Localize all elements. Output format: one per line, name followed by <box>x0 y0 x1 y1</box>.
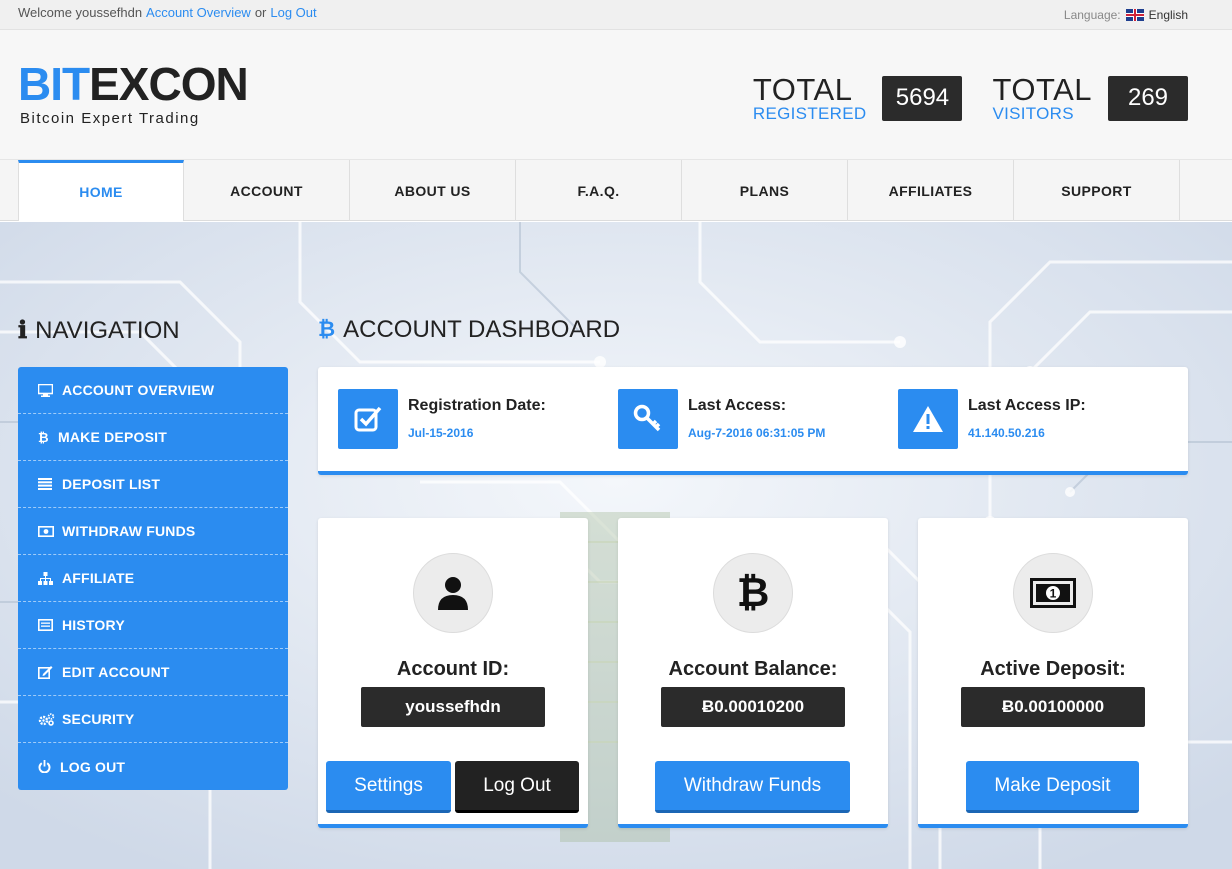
list-icon <box>38 478 62 490</box>
stat-registered-value: 5694 <box>882 75 963 121</box>
stat-registered: TOTAL REGISTERED 5694 <box>753 74 963 122</box>
card-account-id: Account ID: youssefhdn Settings Log Out <box>318 518 588 828</box>
bitcoin-icon: ₿ <box>38 429 49 445</box>
warning-icon <box>898 389 958 449</box>
language-selector[interactable]: Language: English <box>1064 8 1188 22</box>
last-ip-value: 41.140.50.216 <box>968 426 1045 440</box>
sidebar-menu: ACCOUNT OVERVIEW ₿ MAKE DEPOSIT DEPOSIT … <box>18 367 288 790</box>
nav-about-us[interactable]: ABOUT US <box>350 160 516 221</box>
stat-visitors: TOTAL VISITORS 269 <box>992 74 1188 122</box>
site-stats: TOTAL REGISTERED 5694 TOTAL VISITORS 269 <box>723 74 1188 122</box>
svg-text:1: 1 <box>1050 587 1057 601</box>
make-deposit-button[interactable]: Make Deposit <box>966 761 1139 813</box>
dashboard-heading: ₿ ACCOUNT DASHBOARD <box>318 316 620 344</box>
sidebar-item-label: EDIT ACCOUNT <box>62 664 170 680</box>
sidebar-item-label: ACCOUNT OVERVIEW <box>62 382 215 398</box>
withdraw-funds-button[interactable]: Withdraw Funds <box>655 761 850 813</box>
key-icon <box>618 389 678 449</box>
logout-link[interactable]: Log Out <box>270 5 316 20</box>
card-account-balance: ₿ Account Balance: Ƀ0.00010200 Withdraw … <box>618 518 888 828</box>
welcome-text: Welcome youssefhdn <box>18 5 143 20</box>
last-access-value: Aug-7-2016 06:31:05 PM <box>688 426 826 440</box>
monitor-icon <box>38 383 62 397</box>
info-registration: Registration Date: Jul-15-2016 <box>338 389 546 449</box>
or-text: or <box>254 5 267 20</box>
sidebar-item-deposit-list[interactable]: DEPOSIT LIST <box>18 461 288 508</box>
power-icon <box>38 760 60 773</box>
uk-flag-icon <box>1125 8 1144 21</box>
sidebar-item-edit-account[interactable]: EDIT ACCOUNT <box>18 649 288 696</box>
card-active-deposit: 1 Active Deposit: Ƀ0.00100000 Make Depos… <box>918 518 1188 828</box>
money-bill-icon: 1 <box>1013 553 1093 633</box>
user-icon <box>413 553 493 633</box>
sidebar-item-label: HISTORY <box>62 617 125 633</box>
money-icon <box>38 525 62 537</box>
nav-support[interactable]: SUPPORT <box>1014 160 1180 221</box>
sitemap-icon <box>38 571 62 585</box>
nav-plans[interactable]: PLANS <box>682 160 848 221</box>
logo-excon: EXCON <box>89 58 249 110</box>
navigation-title: NAVIGATION <box>35 316 180 344</box>
nav-faq[interactable]: F.A.Q. <box>516 160 682 221</box>
top-bar: Welcome youssefhdn Account Overview or L… <box>0 0 1232 30</box>
account-id-label: Account ID: <box>396 658 510 680</box>
nav-home[interactable]: HOME <box>18 160 184 221</box>
logo-tagline: Bitcoin Expert Trading <box>20 110 200 127</box>
settings-button[interactable]: Settings <box>326 761 451 813</box>
edit-icon <box>38 665 62 679</box>
sidebar-item-make-deposit[interactable]: ₿ MAKE DEPOSIT <box>18 414 288 461</box>
stat-visitors-value: 269 <box>1108 75 1188 121</box>
logout-button[interactable]: Log Out <box>455 761 579 813</box>
last-ip-label: Last Access IP: <box>968 397 1086 414</box>
language-label: Language: <box>1063 7 1121 22</box>
nav-account[interactable]: ACCOUNT <box>184 160 350 221</box>
info-last-ip: Last Access IP: 41.140.50.216 <box>898 389 1086 449</box>
nav-affiliates[interactable]: AFFILIATES <box>848 160 1014 221</box>
gears-icon <box>38 712 62 726</box>
sidebar-item-affiliate[interactable]: AFFILIATE <box>18 555 288 602</box>
bitcoin-icon: ₿ <box>318 318 336 341</box>
history-list-icon <box>38 619 62 631</box>
main-nav: HOME ACCOUNT ABOUT US F.A.Q. PLANS AFFIL… <box>0 160 1232 221</box>
registration-date-value: Jul-15-2016 <box>408 426 474 440</box>
sidebar-item-log-out[interactable]: LOG OUT <box>18 743 288 790</box>
sidebar-item-label: MAKE DEPOSIT <box>58 429 167 445</box>
sidebar-item-label: WITHDRAW FUNDS <box>62 523 196 539</box>
sidebar-item-account-overview[interactable]: ACCOUNT OVERVIEW <box>18 367 288 414</box>
account-overview-link[interactable]: Account Overview <box>146 5 251 20</box>
last-access-label: Last Access: <box>688 397 787 414</box>
active-deposit-value: Ƀ0.00100000 <box>961 687 1145 727</box>
account-balance-value: Ƀ0.00010200 <box>661 687 845 727</box>
active-deposit-label: Active Deposit: <box>980 658 1126 680</box>
stat-registered-subtitle: REGISTERED <box>752 104 867 123</box>
dashboard-title: ACCOUNT DASHBOARD <box>343 316 621 343</box>
language-value[interactable]: English <box>1149 8 1188 22</box>
logo-bit: BIT <box>18 58 90 110</box>
stat-visitors-title: TOTAL <box>992 72 1092 107</box>
sidebar-item-label: SECURITY <box>62 711 135 727</box>
sidebar-item-label: LOG OUT <box>60 758 126 775</box>
sidebar-item-security[interactable]: SECURITY <box>18 696 288 743</box>
logo[interactable]: BITEXCON Bitcoin Expert Trading <box>18 58 249 127</box>
info-last-access: Last Access: Aug-7-2016 06:31:05 PM <box>618 389 825 449</box>
stat-visitors-subtitle: VISITORS <box>992 104 1074 123</box>
account-info-panel: Registration Date: Jul-15-2016 Last Acce… <box>318 367 1188 475</box>
registration-date-label: Registration Date: <box>408 397 546 414</box>
info-icon: ℹ <box>18 317 28 344</box>
stat-registered-title: TOTAL <box>752 72 853 107</box>
welcome-area: Welcome youssefhdn Account Overview or L… <box>18 5 317 20</box>
bitcoin-icon: ₿ <box>713 553 793 633</box>
check-square-icon <box>338 389 398 449</box>
header: BITEXCON Bitcoin Expert Trading TOTAL RE… <box>0 30 1232 160</box>
sidebar-item-label: DEPOSIT LIST <box>62 476 161 492</box>
account-id-value: youssefhdn <box>361 687 545 727</box>
sidebar-item-label: AFFILIATE <box>62 570 135 586</box>
account-balance-label: Account Balance: <box>668 658 838 680</box>
navigation-heading: ℹ NAVIGATION <box>18 316 180 345</box>
sidebar-item-history[interactable]: HISTORY <box>18 602 288 649</box>
sidebar-item-withdraw-funds[interactable]: WITHDRAW FUNDS <box>18 508 288 555</box>
main-content: ℹ NAVIGATION ₿ ACCOUNT DASHBOARD ACCOUNT… <box>0 222 1232 869</box>
